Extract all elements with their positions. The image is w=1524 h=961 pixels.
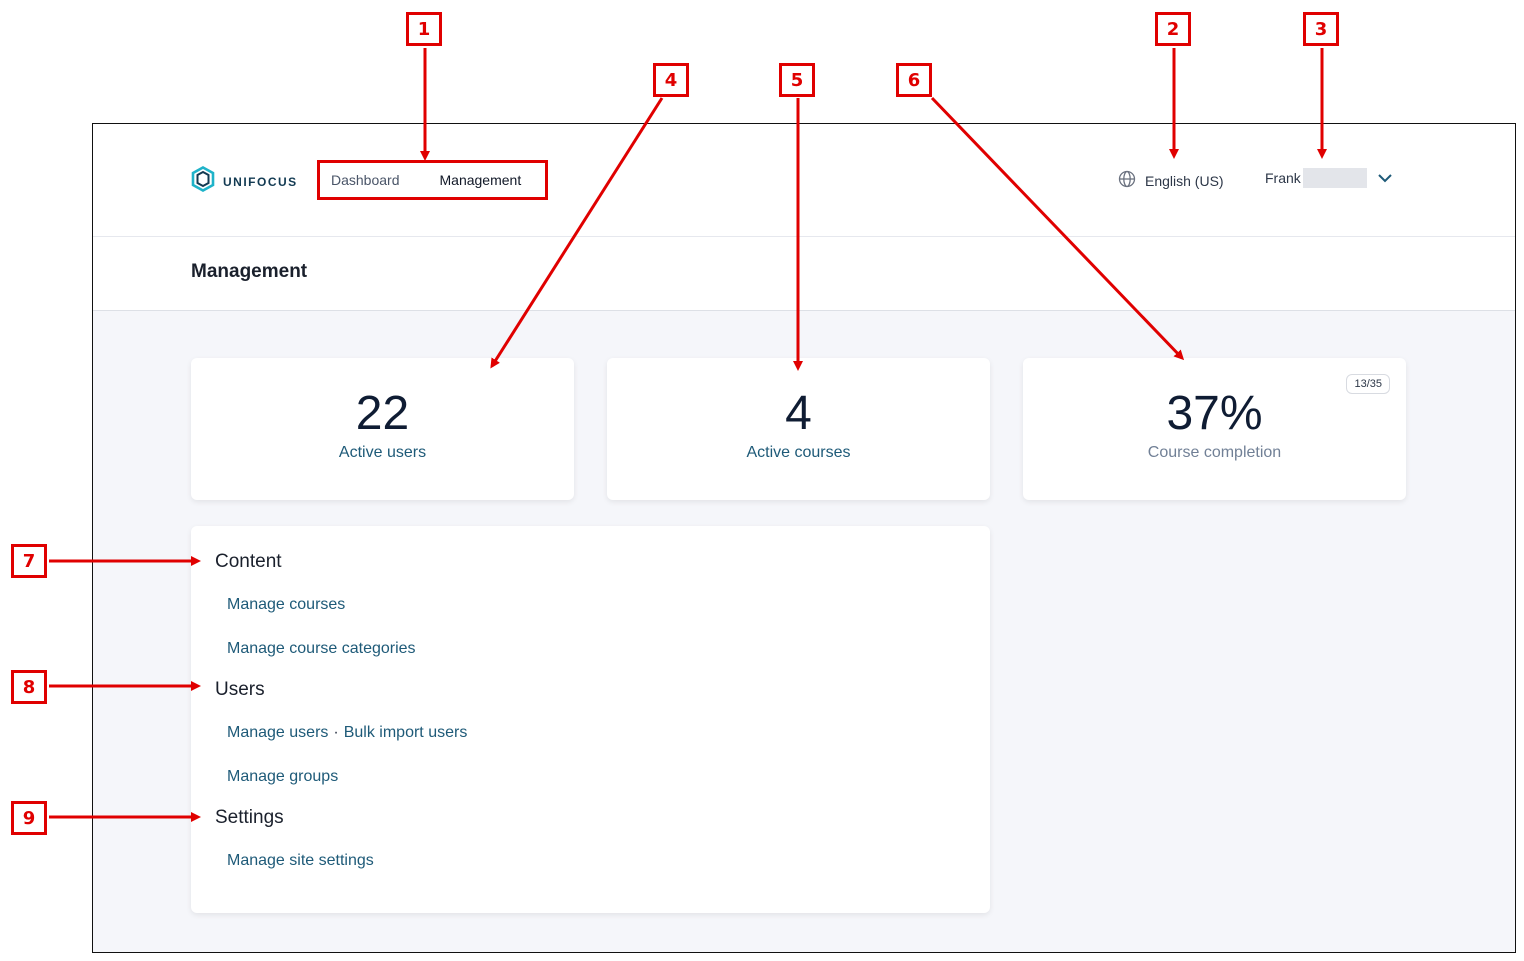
annotation-label-6: 6 [896,63,932,97]
annotation-label-1: 1 [406,12,442,46]
annotation-label-2: 2 [1155,12,1191,46]
annotation-label-9: 9 [11,801,47,835]
annotation-label-3: 3 [1303,12,1339,46]
annotation-label-7: 7 [11,544,47,578]
annotation-arrows [49,48,1327,822]
annotation-label-4: 4 [653,63,689,97]
annotation-label-5: 5 [779,63,815,97]
annotation-label-8: 8 [11,670,47,704]
